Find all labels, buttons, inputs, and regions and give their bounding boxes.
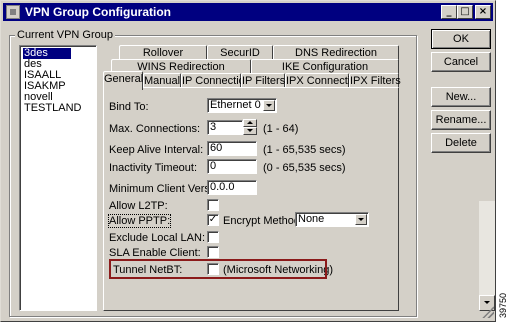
encrypt-method-label: Encrypt Method: [223,215,304,227]
spin-down-icon[interactable] [243,127,257,135]
keep-alive-label: Keep Alive Interval: [109,144,204,156]
window-title: VPN Group Configuration [25,5,171,19]
min-client-version-input[interactable]: 0.0.0 [207,180,257,195]
keep-alive-range: (1 - 65,535 secs) [263,144,346,156]
group-label: Current VPN Group [15,29,115,41]
title-bar[interactable]: VPN Group Configuration _ □ × [3,3,493,21]
max-connections-label: Max. Connections: [109,123,201,135]
app-icon [6,5,20,19]
vertical-scrollbar[interactable] [479,201,495,311]
max-connections-spinner[interactable] [243,119,257,135]
max-connections-input[interactable]: 3 [207,120,243,135]
spin-up-icon[interactable] [243,119,257,127]
allow-pptp-label: Allow PPTP: [107,214,172,228]
allow-pptp-checkbox[interactable]: ✓ [207,214,219,226]
chevron-down-icon[interactable] [355,214,367,225]
resize-grip-icon[interactable] [482,306,494,318]
bind-to-select[interactable]: Ethernet 0 [207,98,277,113]
tunnel-netbt-highlight-box [109,259,327,279]
allow-l2tp-label: Allow L2TP: [109,200,168,212]
new-button[interactable]: New... [431,87,491,107]
tab-general[interactable]: General [103,71,143,90]
chevron-down-icon[interactable] [263,100,275,111]
minimize-button[interactable]: _ [441,5,457,19]
allow-l2tp-checkbox[interactable] [207,199,219,211]
inactivity-timeout-range: (0 - 65,535 secs) [263,162,346,174]
maximize-button[interactable]: □ [457,5,473,19]
inactivity-timeout-input[interactable]: 0 [207,159,257,174]
close-button[interactable]: × [475,5,491,19]
cancel-button[interactable]: Cancel [431,52,491,72]
inactivity-timeout-label: Inactivity Timeout: [109,162,198,174]
vpn-group-list[interactable]: 3des des ISAALL ISAKMP novell TESTLAND [19,45,97,311]
bind-to-value: Ethernet 0 [210,99,261,111]
delete-button[interactable]: Delete [431,133,491,153]
max-connections-range: (1 - 64) [263,123,299,135]
figure-number: 39750 [498,292,508,318]
sla-enable-client-checkbox[interactable] [207,246,219,258]
bind-to-label: Bind To: [109,101,149,113]
exclude-local-lan-checkbox[interactable] [207,231,219,243]
vpn-group-config-window: VPN Group Configuration _ □ × Current VP… [0,0,496,322]
keep-alive-input[interactable]: 60 [207,141,257,156]
encrypt-method-select[interactable]: None [295,212,369,227]
rename-button[interactable]: Rename... [431,110,491,130]
list-item[interactable]: TESTLAND [23,103,96,114]
exclude-local-lan-label: Exclude Local LAN: [109,232,205,244]
ok-button[interactable]: OK [431,29,491,49]
encrypt-method-value: None [298,213,325,225]
sla-enable-client-label: SLA Enable Client: [109,247,201,259]
